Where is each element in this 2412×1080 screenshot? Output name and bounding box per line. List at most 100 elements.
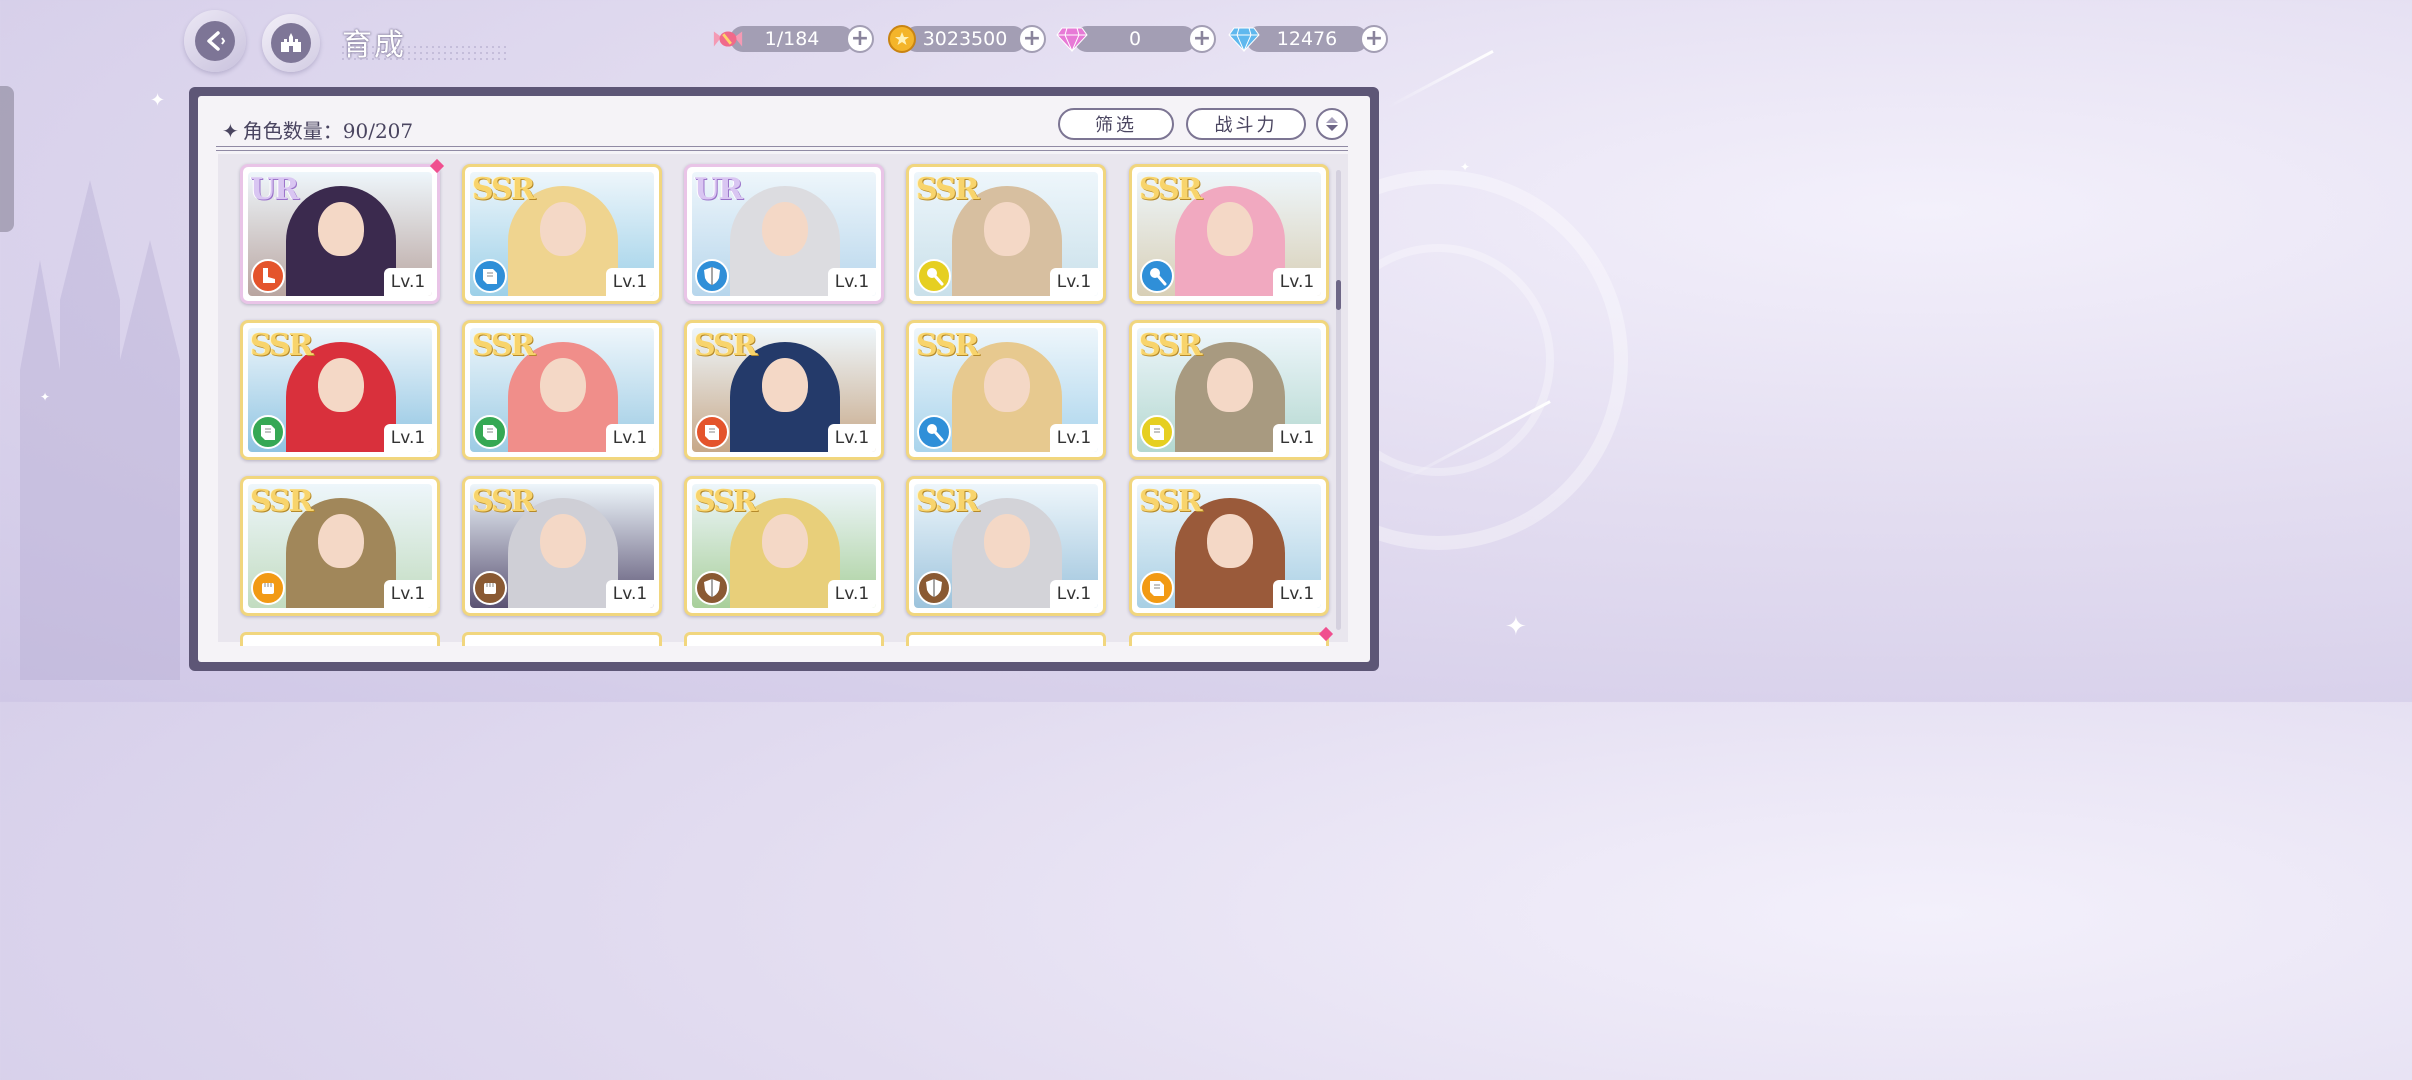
rarity-label: SSR bbox=[1139, 172, 1203, 207]
character-portrait: UR Lv.1 bbox=[248, 172, 432, 296]
light-streak-decoration bbox=[1386, 50, 1494, 109]
character-card[interactable]: SSR Lv.1 bbox=[906, 320, 1106, 460]
shield-icon bbox=[917, 571, 951, 605]
level-label: Lv.1 bbox=[1050, 268, 1098, 296]
character-card[interactable]: SSR Lv.1 bbox=[1129, 320, 1329, 460]
level-label: Lv.1 bbox=[1050, 580, 1098, 608]
level-label: Lv.1 bbox=[1273, 580, 1321, 608]
fist-icon bbox=[251, 571, 285, 605]
character-card[interactable]: SSR Lv.1 bbox=[462, 164, 662, 304]
pink-diamond-icon bbox=[1056, 24, 1088, 54]
character-portrait: SSR Lv.1 bbox=[1137, 328, 1321, 452]
character-card[interactable]: SSR Lv.1 bbox=[1129, 476, 1329, 616]
rarity-label: SSR bbox=[694, 328, 758, 363]
book-icon bbox=[1140, 571, 1174, 605]
character-card[interactable]: SSR Lv.1 bbox=[1129, 164, 1329, 304]
shield-icon bbox=[695, 259, 729, 293]
rarity-label: SSR bbox=[472, 484, 536, 519]
character-card-partial[interactable] bbox=[684, 632, 884, 646]
resource-value: 12476 bbox=[1246, 26, 1368, 52]
sparkle-icon: ✦ bbox=[1460, 160, 1471, 174]
wand-icon bbox=[917, 415, 951, 449]
resource-gold: 3023500 + bbox=[886, 24, 1046, 54]
character-portrait: SSR Lv.1 bbox=[248, 328, 432, 452]
character-portrait: SSR Lv.1 bbox=[914, 328, 1098, 452]
back-arrow-icon bbox=[207, 31, 226, 51]
character-card[interactable]: SSR Lv.1 bbox=[906, 164, 1106, 304]
character-card[interactable]: UR Lv.1 bbox=[684, 164, 884, 304]
header-divider bbox=[216, 146, 1348, 151]
character-card-partial[interactable] bbox=[1129, 632, 1329, 646]
rarity-label: UR bbox=[250, 172, 299, 207]
book-icon bbox=[695, 415, 729, 449]
character-portrait: SSR Lv.1 bbox=[470, 484, 654, 608]
character-portrait: SSR Lv.1 bbox=[692, 484, 876, 608]
character-count-label: 角色数量：90/207 bbox=[242, 119, 414, 143]
blue-diamond-icon bbox=[1228, 24, 1260, 54]
title-ornament bbox=[340, 44, 510, 60]
character-card[interactable]: UR Lv.1 bbox=[240, 164, 440, 304]
home-button[interactable] bbox=[262, 14, 320, 72]
rarity-label: SSR bbox=[694, 484, 758, 519]
add-gold-button[interactable]: + bbox=[1018, 25, 1046, 53]
character-portrait: SSR Lv.1 bbox=[914, 484, 1098, 608]
character-card-partial[interactable] bbox=[240, 632, 440, 646]
rarity-label: UR bbox=[694, 172, 743, 207]
character-card[interactable]: SSR Lv.1 bbox=[462, 320, 662, 460]
filter-button[interactable]: 筛选 bbox=[1058, 108, 1174, 140]
character-card-partial[interactable] bbox=[906, 632, 1106, 646]
boot-icon bbox=[251, 259, 285, 293]
castle-silhouette-decoration bbox=[20, 180, 180, 680]
resource-value: 3023500 bbox=[904, 26, 1026, 52]
character-portrait: UR Lv.1 bbox=[692, 172, 876, 296]
rarity-label: SSR bbox=[250, 328, 314, 363]
character-portrait: SSR Lv.1 bbox=[1137, 484, 1321, 608]
fist-icon bbox=[473, 571, 507, 605]
wand-icon bbox=[917, 259, 951, 293]
character-card[interactable]: SSR Lv.1 bbox=[462, 476, 662, 616]
add-pink-gem-button[interactable]: + bbox=[1188, 25, 1216, 53]
candy-icon bbox=[712, 24, 744, 54]
sort-power-button[interactable]: 战斗力 bbox=[1186, 108, 1306, 140]
rarity-label: SSR bbox=[916, 328, 980, 363]
character-portrait: SSR Lv.1 bbox=[692, 328, 876, 452]
sparkle-icon: ✦ bbox=[1505, 612, 1527, 642]
rarity-label: SSR bbox=[472, 328, 536, 363]
back-button[interactable] bbox=[184, 10, 246, 72]
level-label: Lv.1 bbox=[606, 580, 654, 608]
sort-order-button[interactable] bbox=[1316, 108, 1348, 140]
star-icon: ✦ bbox=[222, 119, 239, 143]
side-drawer-handle[interactable] bbox=[0, 86, 14, 232]
rarity-label: SSR bbox=[1139, 484, 1203, 519]
character-portrait: SSR Lv.1 bbox=[470, 172, 654, 296]
rarity-label: SSR bbox=[916, 172, 980, 207]
character-card[interactable]: SSR Lv.1 bbox=[240, 476, 440, 616]
rarity-label: SSR bbox=[250, 484, 314, 519]
add-candy-button[interactable]: + bbox=[846, 25, 874, 53]
scroll-thumb[interactable] bbox=[1336, 280, 1341, 310]
level-label: Lv.1 bbox=[828, 268, 876, 296]
gold-coin-icon bbox=[886, 24, 918, 54]
resource-pink-gem: 0 + bbox=[1056, 24, 1216, 54]
resource-candy: 1/184 + bbox=[712, 24, 874, 54]
wand-icon bbox=[1140, 259, 1174, 293]
rarity-label: SSR bbox=[472, 172, 536, 207]
character-card[interactable]: SSR Lv.1 bbox=[906, 476, 1106, 616]
character-card[interactable]: SSR Lv.1 bbox=[684, 476, 884, 616]
level-label: Lv.1 bbox=[828, 580, 876, 608]
character-card[interactable]: SSR Lv.1 bbox=[684, 320, 884, 460]
character-portrait: SSR Lv.1 bbox=[914, 172, 1098, 296]
character-card-partial[interactable] bbox=[462, 632, 662, 646]
resource-value: 0 bbox=[1074, 26, 1196, 52]
grid-scrollbar[interactable] bbox=[1336, 170, 1341, 630]
character-portrait: SSR Lv.1 bbox=[248, 484, 432, 608]
sort-order-icon bbox=[1326, 117, 1338, 131]
character-portrait: SSR Lv.1 bbox=[1137, 172, 1321, 296]
level-label: Lv.1 bbox=[1050, 424, 1098, 452]
level-label: Lv.1 bbox=[828, 424, 876, 452]
rarity-label: SSR bbox=[1139, 328, 1203, 363]
character-card[interactable]: SSR Lv.1 bbox=[240, 320, 440, 460]
book-icon bbox=[251, 415, 285, 449]
level-label: Lv.1 bbox=[606, 424, 654, 452]
add-blue-gem-button[interactable]: + bbox=[1360, 25, 1388, 53]
